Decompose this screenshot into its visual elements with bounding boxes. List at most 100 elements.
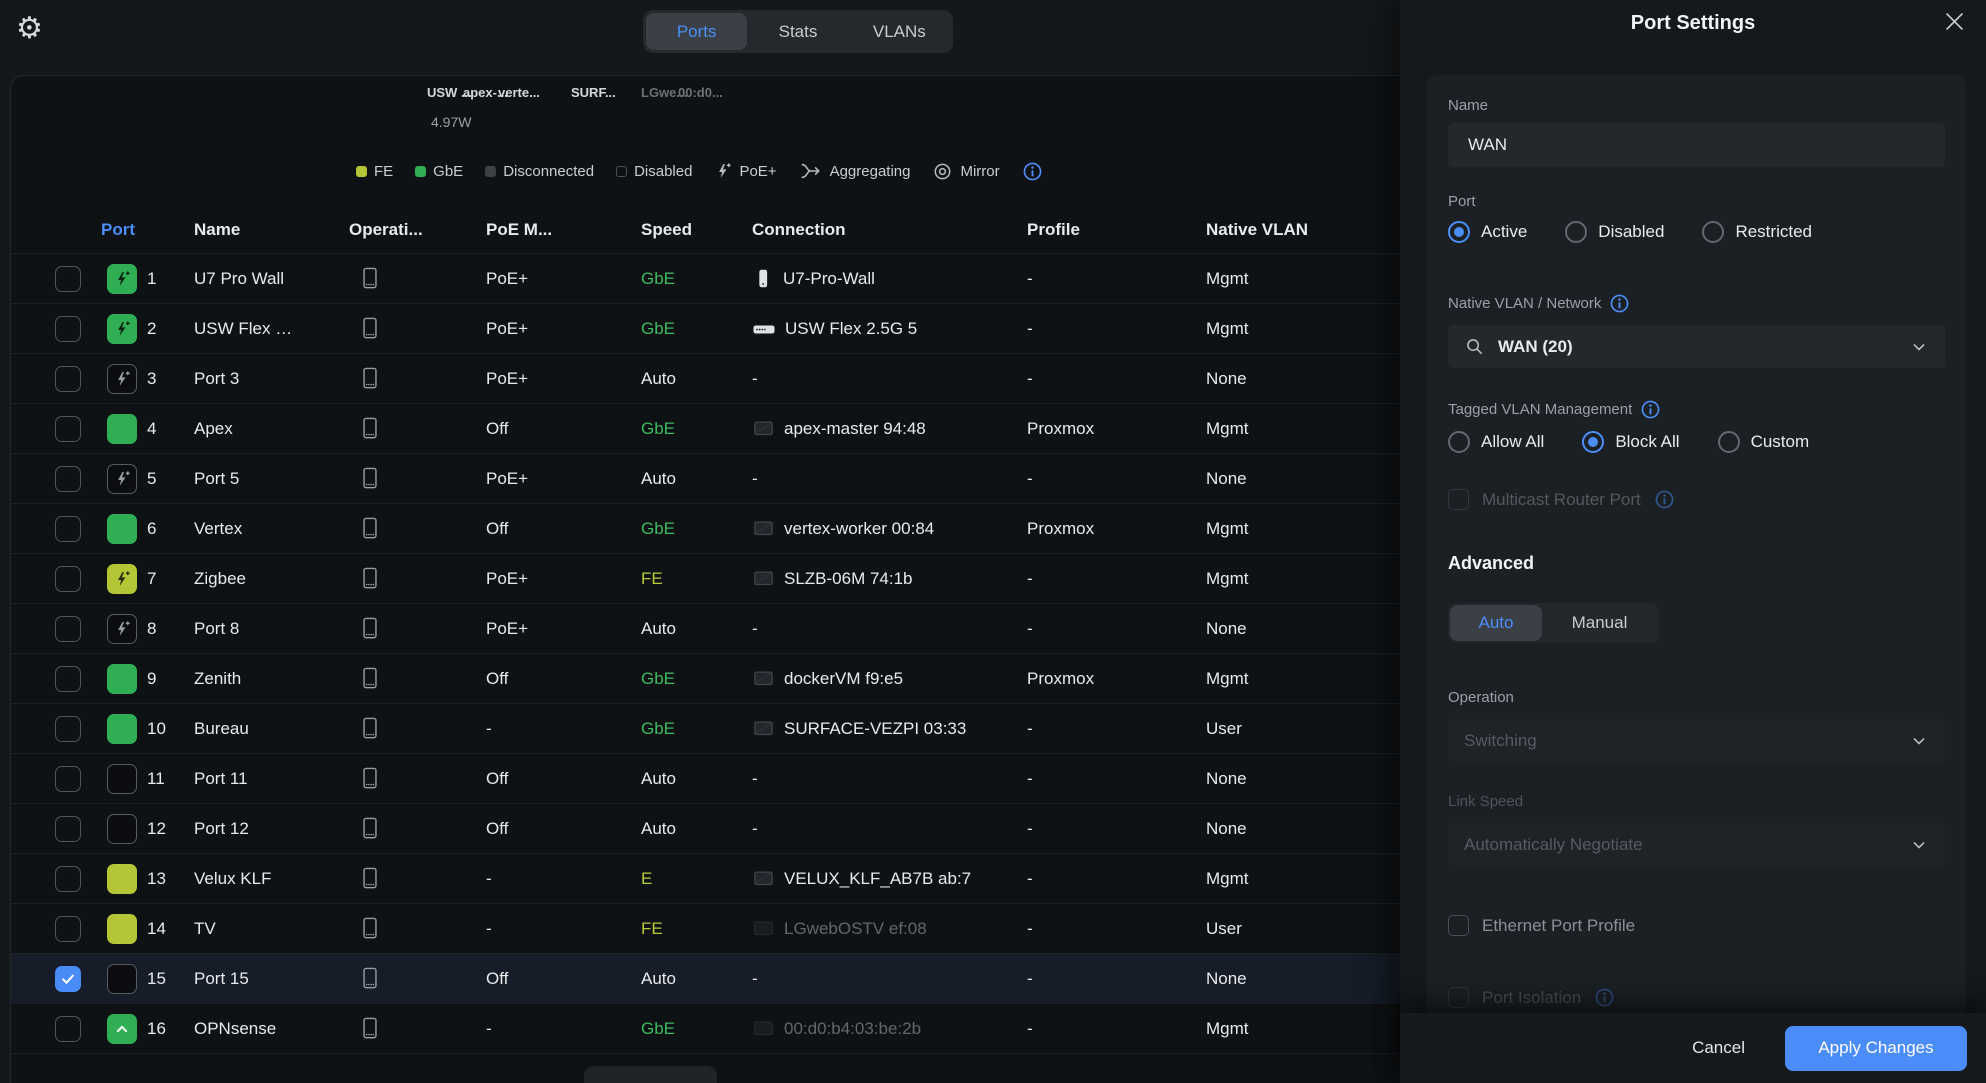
info-icon[interactable] — [1609, 293, 1630, 314]
native-vlan-label-text: Native VLAN / Network — [1448, 295, 1601, 312]
native-vlan: None — [1206, 369, 1401, 389]
native-vlan: None — [1206, 619, 1401, 639]
row-checkbox[interactable] — [55, 316, 81, 342]
table-row-port-6[interactable]: 6VertexOffGbEvertex-worker 00:84ProxmoxM… — [11, 504, 1401, 554]
port-name: Port 8 — [194, 619, 349, 639]
tagged-vlan-radio-custom[interactable]: Custom — [1718, 431, 1810, 453]
speed: GbE — [641, 269, 752, 289]
table-row-port-1[interactable]: 1U7 Pro WallPoE+GbEU7-Pro-Wall-Mgmt — [11, 254, 1401, 304]
table-row-port-7[interactable]: 7ZigbeePoE+FESLZB-06M 74:1b-Mgmt — [11, 554, 1401, 604]
info-icon[interactable] — [1022, 161, 1043, 182]
cancel-button[interactable]: Cancel — [1692, 1038, 1745, 1058]
native-vlan-select[interactable]: WAN (20) — [1448, 325, 1945, 368]
operation-icon — [349, 516, 486, 541]
table-row-port-15[interactable]: 15Port 15OffAuto--None — [11, 954, 1401, 1004]
row-checkbox[interactable] — [55, 466, 81, 492]
column-header-poe-m-[interactable]: PoE M... — [486, 220, 641, 240]
search-icon — [1464, 336, 1485, 357]
multicast-router-checkbox[interactable]: Multicast Router Port — [1448, 489, 1675, 510]
port-state-radio-active[interactable]: Active — [1448, 221, 1527, 243]
legend-label: Disconnected — [503, 163, 594, 180]
profile: - — [1027, 719, 1206, 739]
native-vlan: User — [1206, 719, 1401, 739]
port-name: Vertex — [194, 519, 349, 539]
table-row-port-13[interactable]: 13Velux KLF-EVELUX_KLF_AB7B ab:7-Mgmt — [11, 854, 1401, 904]
checkbox-cell — [55, 416, 95, 442]
mode-toggle-auto[interactable]: Auto — [1450, 605, 1542, 641]
table-row-port-5[interactable]: 5Port 5PoE+Auto--None — [11, 454, 1401, 504]
pagination-button[interactable] — [584, 1066, 717, 1083]
speed: Auto — [641, 969, 752, 989]
poe-mode: - — [486, 919, 641, 939]
row-checkbox[interactable] — [55, 816, 81, 842]
tagged-vlan-radio-block-all[interactable]: Block All — [1582, 431, 1679, 453]
port-icon-cell — [95, 264, 147, 294]
row-checkbox[interactable] — [55, 416, 81, 442]
info-icon[interactable] — [1640, 399, 1661, 420]
table-row-port-14[interactable]: 14TV-FELGwebOSTV ef:08-User — [11, 904, 1401, 954]
port-icon-cell — [95, 814, 147, 844]
speed: E — [641, 869, 752, 889]
column-header-port[interactable]: Port — [95, 220, 194, 240]
table-row-port-12[interactable]: 12Port 12OffAuto--None — [11, 804, 1401, 854]
poe-mode: - — [486, 869, 641, 889]
mode-toggle-manual[interactable]: Manual — [1542, 605, 1657, 641]
tab-vlans[interactable]: VLANs — [849, 13, 950, 50]
port-name: Bureau — [194, 719, 349, 739]
row-checkbox[interactable] — [55, 1016, 81, 1042]
row-checkbox[interactable] — [55, 566, 81, 592]
column-header-speed[interactable]: Speed — [641, 220, 752, 240]
operation-icon — [349, 366, 486, 391]
operation-icon — [349, 616, 486, 641]
port-state-radio-restricted[interactable]: Restricted — [1702, 221, 1812, 243]
port-name-input[interactable] — [1448, 123, 1945, 167]
table-row-port-4[interactable]: 4ApexOffGbEapex-master 94:48ProxmoxMgmt — [11, 404, 1401, 454]
table-row-port-3[interactable]: 3Port 3PoE+Auto--None — [11, 354, 1401, 404]
table-row-port-10[interactable]: 10Bureau-GbESURFACE-VEZPI 03:33-User — [11, 704, 1401, 754]
close-icon[interactable] — [1946, 13, 1964, 31]
checkbox-cell — [55, 1016, 95, 1042]
column-header-name[interactable]: Name — [194, 220, 349, 240]
table-row-port-11[interactable]: 11Port 11OffAuto--None — [11, 754, 1401, 804]
table-row-port-2[interactable]: 2USW Flex …PoE+GbEUSW Flex 2.5G 5-Mgmt — [11, 304, 1401, 354]
table-row-port-16[interactable]: 16OPNsense-GbE00:d0:b4:03:be:2b-Mgmt — [11, 1004, 1401, 1054]
gbe-swatch-icon — [415, 166, 426, 177]
port-name: Port 11 — [194, 769, 349, 789]
apply-changes-button[interactable]: Apply Changes — [1785, 1026, 1967, 1071]
radio-label: Allow All — [1481, 432, 1544, 452]
row-checkbox[interactable] — [55, 616, 81, 642]
row-checkbox[interactable] — [55, 766, 81, 792]
port-status-icon — [107, 764, 137, 794]
row-checkbox[interactable] — [55, 866, 81, 892]
port-isolation-checkbox[interactable]: Port Isolation — [1448, 987, 1615, 1008]
radio-dot — [1702, 221, 1724, 243]
port-icon-cell — [95, 464, 147, 494]
column-header-connection[interactable]: Connection — [752, 220, 1027, 240]
port-settings-form: Name Port ActiveDisabledRestricted Nativ… — [1427, 75, 1966, 1083]
column-header-profile[interactable]: Profile — [1027, 220, 1206, 240]
settings-gear-icon[interactable]: ⚙ — [16, 14, 43, 44]
column-header-operati-[interactable]: Operati... — [349, 220, 486, 240]
ethernet-port-profile-checkbox[interactable]: Ethernet Port Profile — [1448, 915, 1635, 936]
tab-stats[interactable]: Stats — [747, 13, 848, 50]
unifi-port-settings-page: ⚙ PortsStatsVLANs USW ...apex-...verte..… — [0, 0, 1986, 1083]
row-checkbox[interactable] — [55, 366, 81, 392]
poe-mode: Off — [486, 819, 641, 839]
tagged-vlan-radio-allow-all[interactable]: Allow All — [1448, 431, 1544, 453]
port-name: Port 3 — [194, 369, 349, 389]
table-row-port-9[interactable]: 9ZenithOffGbEdockerVM f9:e5ProxmoxMgmt — [11, 654, 1401, 704]
client-icon — [752, 868, 775, 890]
row-checkbox[interactable] — [55, 716, 81, 742]
row-checkbox[interactable] — [55, 666, 81, 692]
profile: Proxmox — [1027, 419, 1206, 439]
row-checkbox[interactable] — [55, 966, 81, 992]
connection-name: 00:d0:b4:03:be:2b — [784, 1019, 921, 1039]
column-header-native-vlan[interactable]: Native VLAN — [1206, 220, 1401, 240]
table-row-port-8[interactable]: 8Port 8PoE+Auto--None — [11, 604, 1401, 654]
row-checkbox[interactable] — [55, 516, 81, 542]
row-checkbox[interactable] — [55, 266, 81, 292]
tab-ports[interactable]: Ports — [646, 13, 747, 50]
row-checkbox[interactable] — [55, 916, 81, 942]
connection-name: - — [752, 619, 758, 639]
port-state-radio-disabled[interactable]: Disabled — [1565, 221, 1664, 243]
